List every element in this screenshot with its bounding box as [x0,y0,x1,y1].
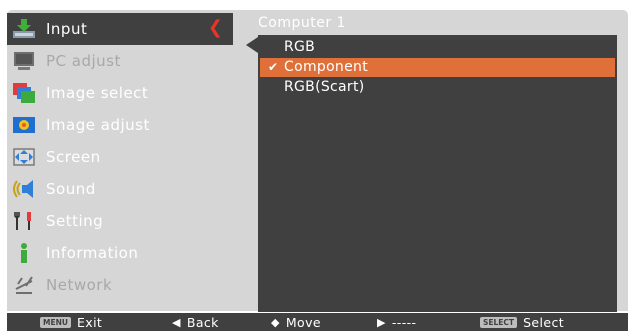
input-icon [11,17,37,41]
menu-item-label: Information [46,244,139,262]
pc-adjust-icon [11,49,37,73]
menu-item-label: Image select [46,84,149,102]
menu-item-label: Setting [46,212,104,230]
menu-item-image-adjust[interactable]: Image adjust [7,109,233,141]
hint-label: Back [186,314,219,330]
network-icon [11,273,37,297]
screen-icon [11,145,37,169]
menu-item-label: Image adjust [46,116,150,134]
submenu-pointer [246,37,258,53]
hint-label: Move [285,314,321,330]
hint-label: ----- [391,314,417,330]
option-label: RGB(Scart) [284,79,365,95]
submenu-title: Computer 1 [258,15,346,31]
menu-item-sound[interactable]: Sound [7,173,233,205]
hint-next[interactable]: ▶ ----- [377,314,416,330]
menu-item-information[interactable]: Information [7,237,233,269]
menu-item-setting[interactable]: Setting [7,205,233,237]
hint-exit[interactable]: MENU Exit [40,314,102,330]
select-key-icon: SELECT [480,316,518,328]
menu-item-pc-adjust[interactable]: PC adjust [7,45,233,77]
menu-item-label: Sound [46,180,96,198]
submenu-options-list: RGB ✔ Component RGB(Scart) [258,35,617,312]
menu-item-network[interactable]: Network [7,269,233,301]
hint-back[interactable]: ◀ Back [172,314,219,330]
information-icon [11,241,37,265]
menu-item-label: Input [46,20,88,38]
menu-key-icon: MENU [40,316,71,328]
hint-move[interactable]: ◆ Move [271,314,321,330]
option-rgb-scart[interactable]: RGB(Scart) [260,78,615,97]
menu-item-label: PC adjust [46,52,121,70]
left-arrow-icon: ◀ [172,315,181,329]
right-arrow-icon: ▶ [377,315,386,329]
option-rgb[interactable]: RGB [260,38,615,57]
selected-indicator-icon: ❮ [207,17,223,38]
hint-select[interactable]: SELECT Select [480,314,564,330]
option-label: Component [284,59,368,75]
option-component[interactable]: ✔ Component [260,58,615,77]
hint-label: Select [523,314,565,330]
menu-item-screen[interactable]: Screen [7,141,233,173]
submenu-panel: Computer 1 RGB ✔ Component RGB(Scart) [233,10,628,312]
menu-item-label: Screen [46,148,101,166]
check-icon: ✔ [268,60,279,74]
menu-item-input[interactable]: Input ❮ [7,13,237,45]
hint-label: Exit [76,314,103,330]
menu-item-image-select[interactable]: Image select [7,77,233,109]
bottom-hint-bar: MENU Exit ◀ Back ◆ Move ▶ ----- SELECT S… [7,313,628,331]
setting-icon [11,209,37,233]
sound-icon [11,177,37,201]
image-select-icon [11,81,37,105]
option-label: RGB [284,39,316,55]
menu-item-label: Network [46,276,113,294]
move-icon: ◆ [271,315,280,329]
main-menu: Input ❮ PC adjust Image select Image adj… [7,10,237,311]
image-adjust-icon [11,113,37,137]
